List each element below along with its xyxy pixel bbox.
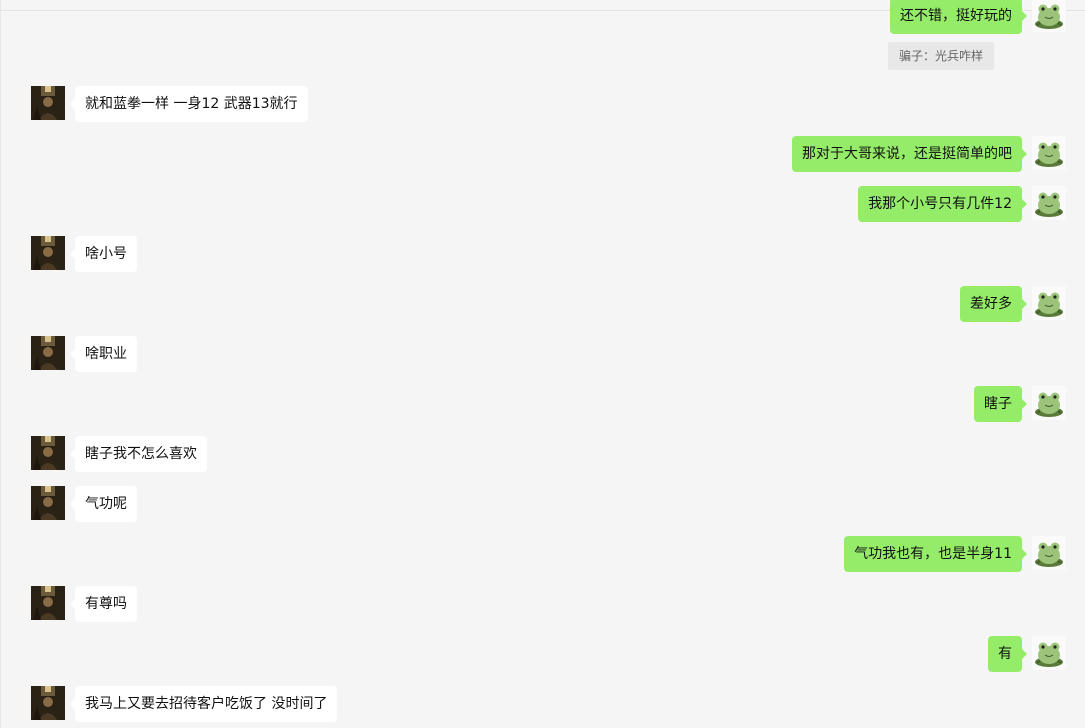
frog-avatar[interactable] — [1032, 286, 1066, 320]
message-bubble-self[interactable]: 气功我也有，也是半身11 — [844, 536, 1027, 572]
message-bubble-other[interactable]: 气功呢 — [70, 486, 137, 522]
message-bubble-self[interactable]: 差好多 — [960, 286, 1027, 322]
quoted-message[interactable]: 骗子：光兵咋样 — [888, 42, 995, 70]
message-bubble-self[interactable]: 我那个小号只有几件12 — [858, 186, 1027, 222]
message-bubble-other[interactable]: 瞎子我不怎么喜欢 — [70, 436, 207, 472]
frog-avatar[interactable] — [1032, 536, 1066, 570]
frog-avatar[interactable] — [1032, 0, 1066, 32]
person-photo-avatar[interactable] — [31, 686, 65, 720]
message-bubble-self[interactable]: 瞎子 — [974, 386, 1027, 422]
person-photo-avatar[interactable] — [31, 436, 65, 470]
frog-avatar[interactable] — [1032, 186, 1066, 220]
window-left-border — [0, 0, 1, 728]
message-bubble-self[interactable]: 那对于大哥来说，还是挺简单的吧 — [792, 136, 1027, 172]
message-bubble-other[interactable]: 啥职业 — [70, 336, 137, 372]
frog-avatar[interactable] — [1032, 136, 1066, 170]
message-bubble-other[interactable]: 有尊吗 — [70, 586, 137, 622]
person-photo-avatar[interactable] — [31, 86, 65, 120]
message-bubble-other[interactable]: 我马上又要去招待客户吃饭了 没时间了 — [69, 686, 338, 722]
message-bubble-other[interactable]: 啥小号 — [70, 236, 137, 272]
person-photo-avatar[interactable] — [31, 236, 65, 270]
frog-avatar[interactable] — [1032, 636, 1066, 670]
person-photo-avatar[interactable] — [31, 586, 65, 620]
person-photo-avatar[interactable] — [31, 486, 65, 520]
frog-avatar[interactable] — [1032, 386, 1066, 420]
message-bubble-other[interactable]: 就和蓝拳一样 一身12 武器13就行 — [70, 86, 308, 122]
message-bubble-self[interactable]: 还不错，挺好玩的 — [890, 0, 1027, 34]
person-photo-avatar[interactable] — [31, 336, 65, 370]
message-bubble-self[interactable]: 有 — [988, 636, 1027, 672]
